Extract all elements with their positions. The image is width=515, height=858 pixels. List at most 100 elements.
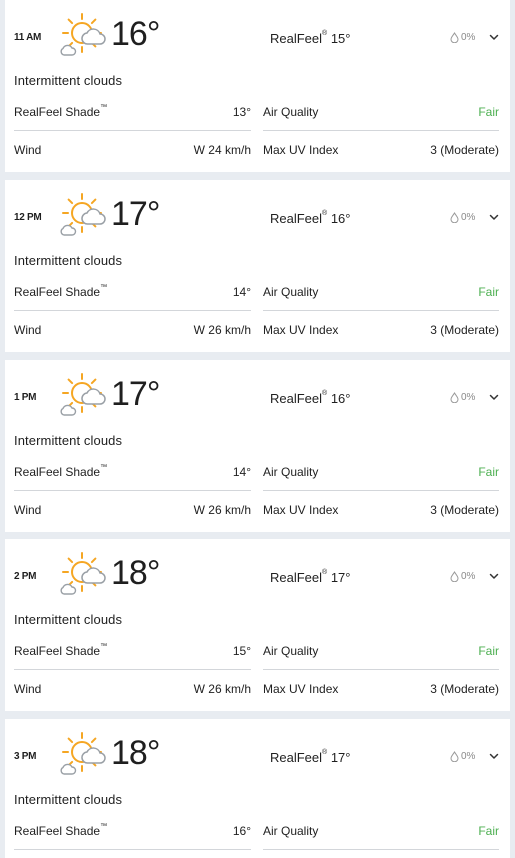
partly-sunny-icon (60, 13, 106, 56)
droplet-icon (450, 212, 459, 223)
droplet-icon (450, 32, 459, 43)
wind-value: W 26 km/h (193, 502, 251, 517)
precipitation-probability: 0% (450, 212, 475, 223)
chevron-down-icon[interactable] (488, 570, 500, 582)
realfeel-summary: RealFeel® 17° (270, 569, 351, 585)
realfeel-summary: RealFeel® 16° (270, 210, 351, 226)
chevron-down-icon[interactable] (488, 391, 500, 403)
precipitation-value: 0% (461, 571, 476, 582)
wind-label: Wind (14, 142, 42, 157)
uv-index-row: Max UV Index 3 (Moderate) (263, 850, 499, 858)
uv-index-value: 3 (Moderate) (430, 142, 499, 157)
realfeel-mark: ® (322, 569, 328, 576)
realfeel-shade-text: RealFeel Shade (14, 824, 101, 838)
precipitation-value: 0% (461, 212, 476, 223)
realfeel-shade-row: RealFeel Shade™ 13° (14, 94, 251, 131)
air-quality-row: Air Quality Fair (263, 94, 499, 131)
realfeel-shade-label: RealFeel Shade™ (14, 104, 108, 119)
hour-time: 3 PM (14, 751, 37, 762)
precipitation-probability: 0% (450, 32, 475, 43)
wind-row: Wind W 24 km/h (14, 131, 251, 168)
realfeel-shade-row: RealFeel Shade™ 14° (14, 274, 251, 311)
partly-sunny-icon (60, 732, 106, 775)
hourly-forecast-card[interactable]: 12 PM 17° RealFeel® 16° 0% Intermittent … (5, 180, 510, 352)
uv-index-label: Max UV Index (263, 681, 339, 696)
hour-time: 12 PM (14, 212, 42, 223)
hourly-forecast-card[interactable]: 1 PM 17° RealFeel® 16° 0% Intermittent c… (5, 360, 510, 532)
air-quality-row: Air Quality Fair (263, 633, 499, 670)
realfeel-shade-label: RealFeel Shade™ (14, 464, 107, 479)
hourly-forecast-card[interactable]: 11 AM 16° RealFeel® 15° 0% Intermittent … (5, 0, 510, 172)
air-quality-row: Air Quality Fair (263, 274, 499, 311)
hourly-forecast-card[interactable]: 2 PM 18° RealFeel® 17° 0% Intermittent c… (5, 539, 510, 711)
uv-index-row: Max UV Index 3 (Moderate) (263, 131, 499, 168)
realfeel-summary: RealFeel® 16° (270, 390, 351, 406)
realfeel-mark: ® (322, 30, 328, 37)
realfeel-value: 17° (330, 750, 351, 765)
partly-sunny-icon (60, 552, 106, 595)
realfeel-shade-text: RealFeel Shade (14, 644, 101, 658)
wind-label: Wind (14, 681, 42, 696)
realfeel-shade-value: 16° (232, 824, 251, 838)
realfeel-shade-mark: ™ (100, 284, 108, 291)
wind-row: Wind W 26 km/h (14, 670, 251, 707)
precipitation-probability: 0% (450, 392, 475, 403)
realfeel-label: RealFeel (270, 31, 323, 46)
realfeel-value: 17° (330, 570, 351, 585)
chevron-down-icon[interactable] (488, 211, 500, 223)
realfeel-label: RealFeel (270, 750, 323, 765)
wind-value: W 24 km/h (193, 142, 251, 157)
realfeel-shade-row: RealFeel Shade™ 16° (14, 813, 251, 850)
realfeel-shade-value: 13° (232, 105, 251, 119)
hour-temperature: 17° (111, 375, 160, 413)
realfeel-shade-value: 14° (232, 465, 251, 479)
wind-label: Wind (14, 322, 42, 337)
air-quality-value: Fair (478, 285, 499, 299)
chevron-down-icon[interactable] (488, 750, 500, 762)
air-quality-value: Fair (478, 465, 499, 479)
uv-index-row: Max UV Index 3 (Moderate) (263, 311, 499, 348)
air-quality-label: Air Quality (263, 285, 319, 299)
realfeel-shade-text: RealFeel Shade (14, 285, 101, 299)
hour-temperature: 18° (111, 554, 160, 592)
uv-index-value: 3 (Moderate) (430, 681, 499, 696)
realfeel-mark: ® (322, 210, 328, 217)
realfeel-label: RealFeel (270, 570, 323, 585)
wind-label: Wind (14, 502, 42, 517)
uv-index-value: 3 (Moderate) (430, 502, 499, 517)
wind-value: W 26 km/h (193, 322, 251, 337)
uv-index-row: Max UV Index 3 (Moderate) (263, 670, 499, 707)
realfeel-shade-text: RealFeel Shade (14, 105, 101, 119)
hour-time: 11 AM (14, 32, 42, 43)
realfeel-shade-mark: ™ (100, 104, 108, 111)
uv-index-row: Max UV Index 3 (Moderate) (263, 491, 499, 528)
realfeel-label: RealFeel (270, 211, 323, 226)
hourly-forecast-card[interactable]: 3 PM 18° RealFeel® 17° 0% Intermittent c… (5, 719, 510, 858)
realfeel-shade-value: 14° (232, 285, 251, 299)
precipitation-probability: 0% (450, 571, 475, 582)
hour-time: 1 PM (14, 392, 37, 403)
realfeel-shade-label: RealFeel Shade™ (14, 284, 108, 299)
realfeel-shade-label: RealFeel Shade™ (14, 643, 108, 658)
chevron-down-icon[interactable] (488, 31, 500, 43)
realfeel-summary: RealFeel® 17° (270, 749, 351, 765)
weather-phrase: Intermittent clouds (14, 253, 123, 268)
droplet-icon (450, 571, 459, 582)
wind-row: Wind W 26 km/h (14, 311, 251, 348)
uv-index-label: Max UV Index (263, 502, 339, 517)
air-quality-value: Fair (478, 824, 499, 838)
hour-temperature: 18° (111, 734, 160, 772)
wind-value: W 26 km/h (193, 681, 251, 696)
realfeel-shade-mark: ™ (100, 643, 108, 650)
realfeel-summary: RealFeel® 15° (270, 30, 351, 46)
precipitation-value: 0% (461, 751, 476, 762)
wind-row: Wind W 26 km/h (14, 491, 251, 528)
realfeel-shade-mark: ™ (100, 823, 108, 830)
weather-phrase: Intermittent clouds (14, 612, 123, 627)
realfeel-value: 16° (330, 391, 351, 406)
realfeel-shade-row: RealFeel Shade™ 15° (14, 633, 251, 670)
realfeel-label: RealFeel (270, 391, 323, 406)
hour-time: 2 PM (14, 571, 37, 582)
uv-index-value: 3 (Moderate) (430, 322, 499, 337)
droplet-icon (450, 392, 459, 403)
